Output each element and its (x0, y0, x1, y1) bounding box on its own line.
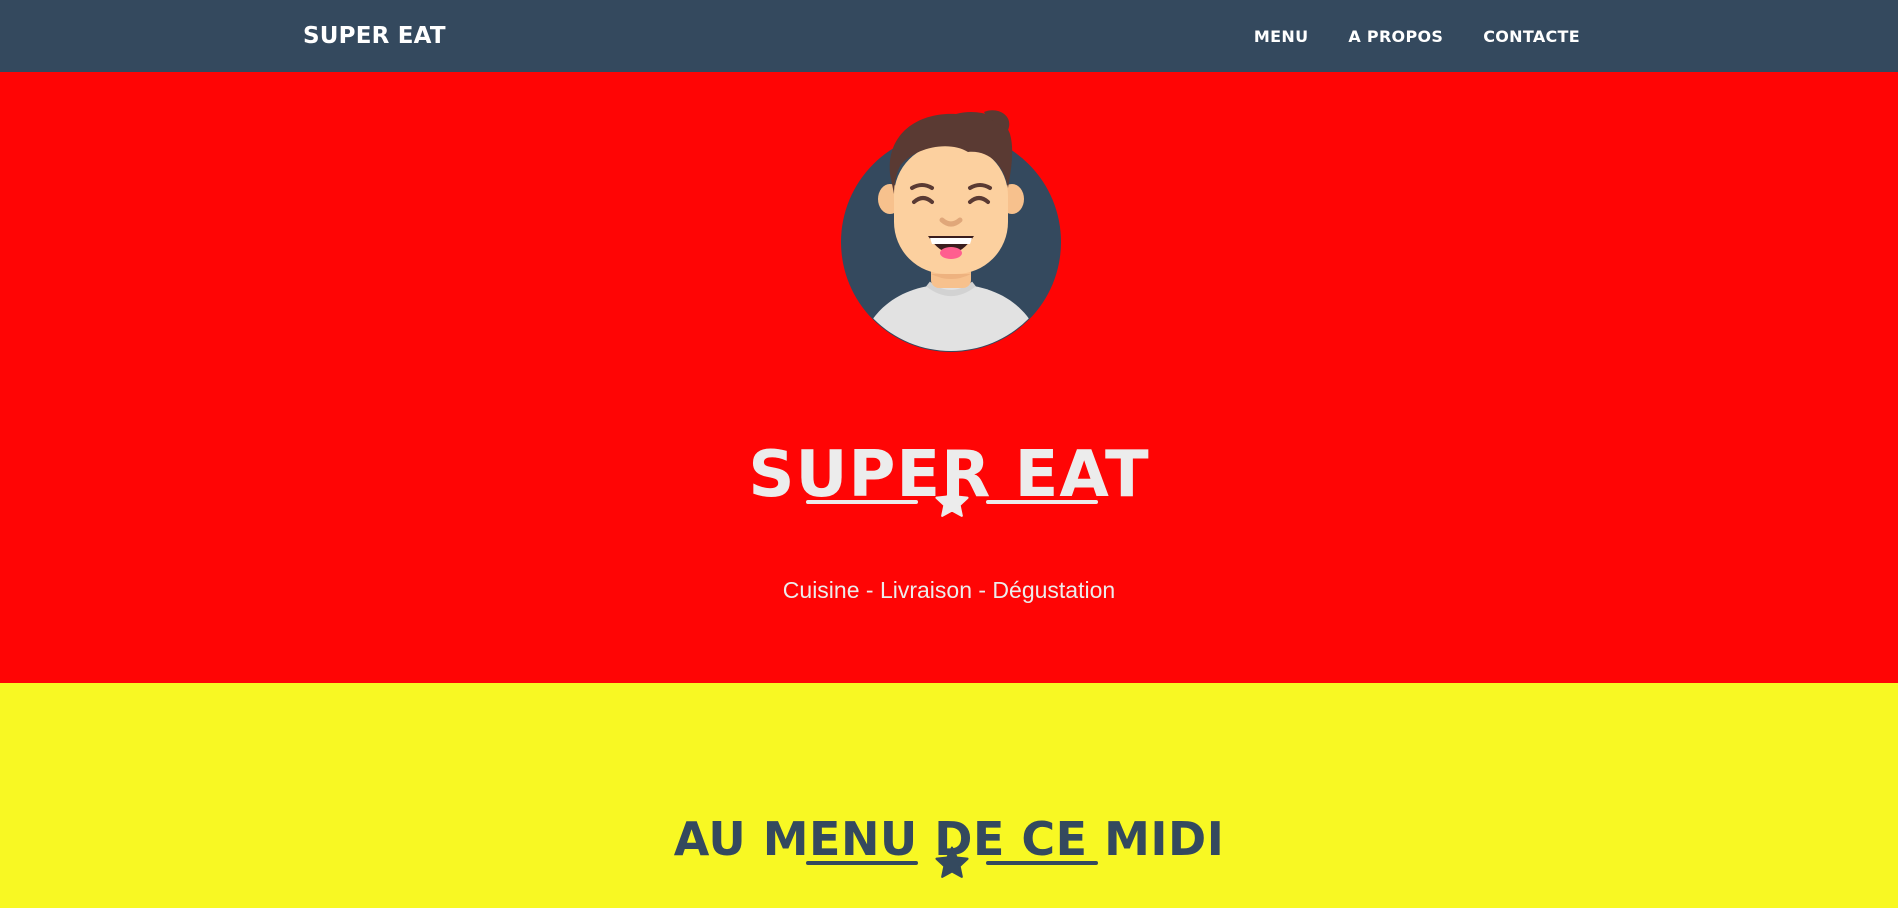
divider-line-left (806, 500, 918, 504)
hero-section: SUPER EAT Cuisine - Livraison - Dégustat… (0, 72, 1898, 683)
menu-section: AU MENU DE CE MIDI (0, 683, 1898, 908)
avatar-image (841, 110, 1061, 352)
nav-link-contacte[interactable]: CONTACTE (1483, 27, 1580, 46)
divider-line-right (986, 500, 1098, 504)
brand-link[interactable]: SUPER EAT (303, 0, 446, 72)
nav-links: MENU A PROPOS CONTACTE (1254, 0, 1580, 72)
nav-link-menu[interactable]: MENU (1254, 27, 1308, 46)
star-icon (932, 843, 972, 883)
hero-divider (806, 482, 1098, 522)
divider-line-left (806, 861, 918, 865)
hero-subtitle: Cuisine - Livraison - Dégustation (782, 577, 1116, 603)
nav-link-a-propos[interactable]: A PROPOS (1348, 27, 1443, 46)
menu-divider (806, 843, 1098, 883)
navbar: SUPER EAT MENU A PROPOS CONTACTE (0, 0, 1898, 72)
divider-line-right (986, 861, 1098, 865)
star-icon (932, 482, 972, 522)
